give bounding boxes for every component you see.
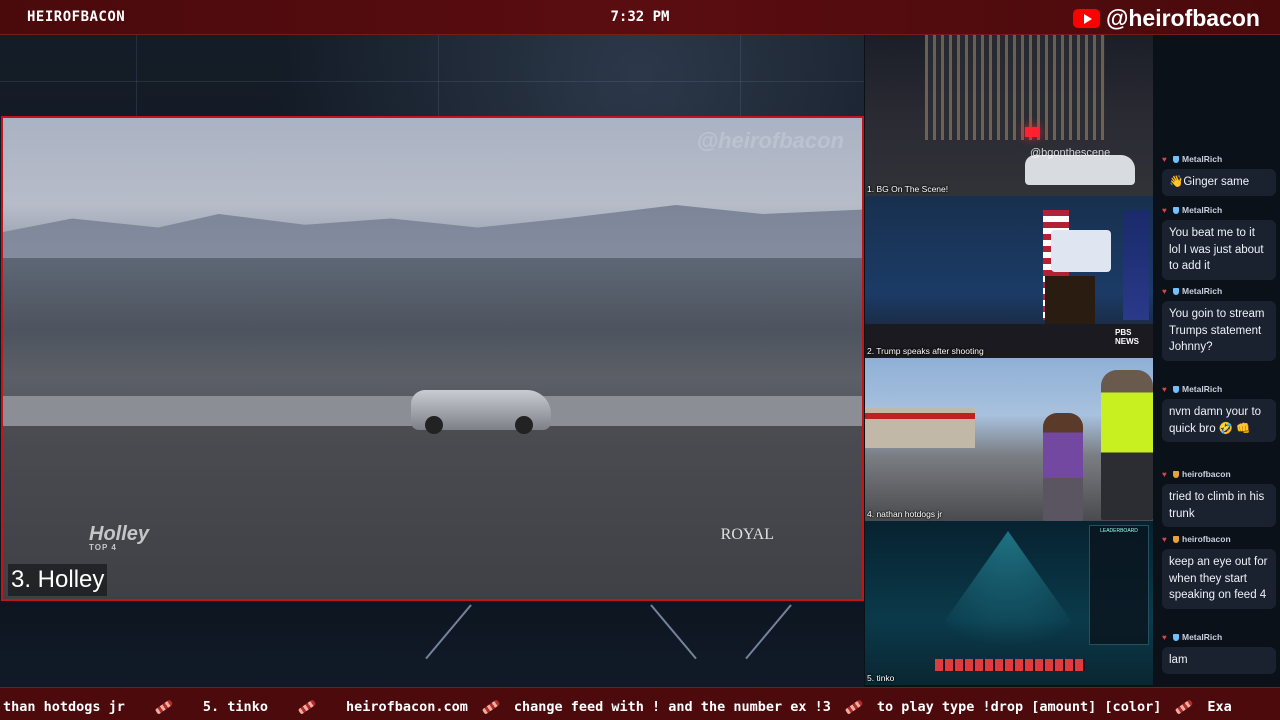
ticker-track: than hotdogs jr 5. tinko heirofbacon.com… bbox=[3, 699, 1232, 715]
badge-icon bbox=[1173, 287, 1179, 295]
top-bar: HEIROFBACON 7:32 PM @heirofbacon bbox=[0, 0, 1280, 35]
feed-1[interactable]: @bgonthescene 1. BG On The Scene! bbox=[865, 35, 1153, 196]
heart-icon: ♥ bbox=[1162, 205, 1167, 215]
scene-mountains bbox=[3, 205, 862, 268]
chat-message: ♥ MetalRich lam bbox=[1162, 631, 1276, 674]
video-watermark: @heirofbacon bbox=[696, 128, 844, 153]
light-beam bbox=[745, 604, 792, 660]
feed-3[interactable]: 4. nathan hotdogs jr bbox=[865, 358, 1153, 521]
badge-icon bbox=[1173, 155, 1179, 163]
heart-icon: ♥ bbox=[1162, 632, 1167, 642]
bacon-icon bbox=[845, 701, 863, 713]
chat-message: ♥ heirofbacon keep an eye out for when th… bbox=[1162, 533, 1276, 609]
feed-label: 2. Trump speaks after shooting bbox=[867, 346, 984, 356]
chat-message: ♥ MetalRich You goin to stream Trumps sta… bbox=[1162, 285, 1276, 361]
chat-text: You beat me to it lol I was just about t… bbox=[1162, 220, 1276, 280]
badge-icon bbox=[1173, 470, 1179, 478]
bacon-icon bbox=[155, 701, 173, 713]
feed-watermark: @bgonthescene bbox=[1030, 147, 1111, 159]
chat-panel: ♥ MetalRich 👋Ginger same ♥ MetalRich You b… bbox=[1153, 35, 1280, 687]
chat-username: heirofbacon bbox=[1182, 469, 1231, 479]
scene-track bbox=[3, 426, 862, 599]
chat-text: nvm damn your to quick bro 🤣 👊 bbox=[1162, 399, 1276, 442]
leaderboard-title: LEADERBOARD bbox=[1100, 528, 1138, 534]
bacon-icon bbox=[482, 701, 500, 713]
scene-town bbox=[3, 258, 862, 378]
feed-label: 1. BG On The Scene! bbox=[867, 184, 949, 194]
presidential-flag bbox=[1123, 210, 1149, 320]
heart-icon: ♥ bbox=[1162, 469, 1167, 479]
drift-car bbox=[411, 390, 551, 434]
grid-line bbox=[740, 35, 741, 117]
siren-light bbox=[1025, 127, 1039, 137]
car-wheel bbox=[425, 416, 443, 434]
handle-text: @heirofbacon bbox=[1105, 5, 1260, 31]
ticker-item: to play type !drop [amount] [color] bbox=[876, 699, 1162, 715]
person-purple bbox=[1043, 413, 1083, 521]
bottom-panel bbox=[0, 600, 864, 687]
leaderboard-panel: LEADERBOARD bbox=[1089, 525, 1149, 645]
bacon-icon bbox=[1175, 701, 1193, 713]
badge-icon bbox=[1173, 535, 1179, 543]
plinko-board bbox=[913, 531, 1103, 666]
chat-username: MetalRich bbox=[1182, 205, 1223, 215]
person-vest bbox=[1101, 370, 1153, 520]
chat-message: ♥ MetalRich nvm damn your to quick bro 🤣 … bbox=[1162, 383, 1276, 442]
heart-icon: ♥ bbox=[1162, 384, 1167, 394]
store-sign bbox=[865, 413, 975, 419]
plinko-slots bbox=[935, 659, 1085, 671]
chat-username: MetalRich bbox=[1182, 632, 1223, 642]
sponsor-logo-right: ROYAL bbox=[720, 526, 774, 543]
sponsor-logo-left: Holley TOP 4 bbox=[89, 523, 150, 552]
feed-label: 4. nathan hotdogs jr bbox=[867, 509, 943, 519]
chat-username: MetalRich bbox=[1182, 154, 1223, 164]
ticker-item: than hotdogs jr bbox=[3, 699, 125, 715]
ticker-item: 5. tinko bbox=[202, 699, 268, 715]
heart-icon: ♥ bbox=[1162, 286, 1167, 296]
grid-line bbox=[0, 81, 864, 82]
feed-label: 5. tinko bbox=[867, 673, 895, 683]
feed-4[interactable]: LEADERBOARD 5. tinko bbox=[865, 521, 1153, 685]
youtube-icon bbox=[1072, 9, 1100, 28]
chat-username: MetalRich bbox=[1182, 286, 1223, 296]
main-video-feed[interactable]: @heirofbacon Holley TOP 4 ROYAL 3. Holle… bbox=[1, 116, 864, 601]
chat-message: ♥ heirofbacon tried to climb in his trunk bbox=[1162, 468, 1276, 527]
ticker-item: heirofbacon.com bbox=[345, 699, 468, 715]
car-wheel bbox=[515, 416, 533, 434]
main-feed-label: 3. Holley bbox=[8, 564, 108, 596]
chat-message: ♥ MetalRich 👋Ginger same bbox=[1162, 153, 1276, 196]
ticker-bar: than hotdogs jr 5. tinko heirofbacon.com… bbox=[0, 687, 1280, 720]
chat-text: lam bbox=[1162, 647, 1276, 674]
chat-text: 👋Ginger same bbox=[1162, 169, 1276, 196]
chat-text: keep an eye out for when they start spea… bbox=[1162, 549, 1276, 609]
chat-text: You goin to stream Trumps statement John… bbox=[1162, 301, 1276, 361]
white-house-backdrop bbox=[1051, 230, 1111, 272]
light-beam bbox=[650, 604, 697, 660]
feed-2[interactable]: PBS NEWS 2. Trump speaks after shooting bbox=[865, 196, 1153, 358]
social-handle: @heirofbacon bbox=[1072, 5, 1260, 32]
scene-hotel bbox=[925, 35, 1105, 140]
pbs-logo: PBS NEWS bbox=[1115, 328, 1139, 346]
police-car bbox=[1025, 155, 1135, 185]
heart-icon: ♥ bbox=[1162, 534, 1167, 544]
grid-line bbox=[136, 35, 137, 117]
chat-username: MetalRich bbox=[1182, 384, 1223, 394]
grid-line bbox=[438, 35, 439, 117]
heart-icon: ♥ bbox=[1162, 154, 1167, 164]
chat-username: heirofbacon bbox=[1182, 534, 1231, 544]
bacon-icon bbox=[298, 701, 316, 713]
badge-icon bbox=[1173, 633, 1179, 641]
light-beam bbox=[425, 604, 472, 660]
chat-text: tried to climb in his trunk bbox=[1162, 484, 1276, 527]
ticker-item: Exa bbox=[1207, 699, 1232, 715]
badge-icon bbox=[1173, 385, 1179, 393]
ticker-item: change feed with ! and the number ex !3 bbox=[513, 699, 831, 715]
badge-icon bbox=[1173, 206, 1179, 214]
chat-message: ♥ MetalRich You beat me to it lol I was j… bbox=[1162, 204, 1276, 280]
